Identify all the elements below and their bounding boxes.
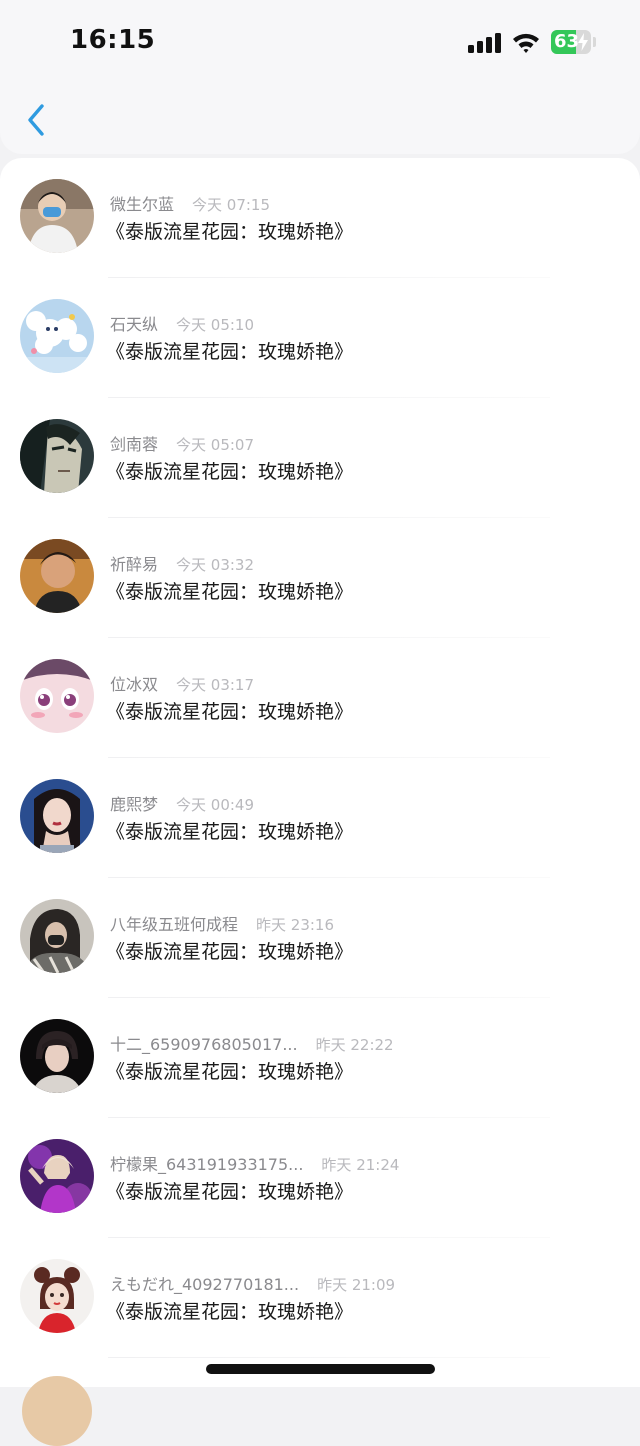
item-title[interactable]: 《泰版流星花园：玫瑰娇艳》 [106, 1177, 353, 1204]
charging-bolt-icon [578, 33, 588, 51]
nav-bar [0, 80, 640, 154]
wifi-icon [511, 30, 541, 58]
status-time: 16:15 [70, 25, 156, 55]
item-meta: 八年级五班何成程 昨天 23:16 [110, 911, 334, 935]
item-meta: 剑南蓉 今天 05:07 [110, 431, 254, 455]
avatar[interactable] [20, 899, 94, 973]
list-item[interactable]: 十二_6590976805017... 昨天 22:22 《泰版流星花园：玫瑰娇艳… [0, 998, 640, 1118]
avatar[interactable] [20, 419, 94, 493]
timestamp: 昨天 22:22 [315, 1036, 394, 1054]
username[interactable]: 八年级五班何成程 [110, 915, 238, 934]
item-meta: 十二_6590976805017... 昨天 22:22 [110, 1031, 394, 1055]
timestamp: 今天 05:10 [176, 316, 255, 334]
avatar[interactable] [20, 779, 94, 853]
list-item[interactable]: えもだれ_4092770181... 昨天 21:09 《泰版流星花园：玫瑰娇艳》 [0, 1238, 640, 1358]
timestamp: 今天 03:17 [176, 676, 255, 694]
item-title[interactable]: 《泰版流星花园：玫瑰娇艳》 [106, 577, 353, 604]
timestamp: 昨天 21:09 [317, 1276, 396, 1294]
avatar[interactable] [20, 179, 94, 253]
home-indicator[interactable] [206, 1364, 435, 1374]
username[interactable]: えもだれ_4092770181... [110, 1275, 299, 1294]
timestamp: 今天 07:15 [192, 196, 271, 214]
username[interactable]: 石天纵 [110, 315, 158, 334]
record-list: 微生尔蓝今天 07:15 《泰版流星花园：玫瑰娇艳》 石天纵今天 05:10 [0, 158, 640, 1387]
timestamp: 今天 05:07 [176, 436, 255, 454]
list-item[interactable]: 八年级五班何成程 昨天 23:16 《泰版流星花园：玫瑰娇艳》 [0, 878, 640, 998]
avatar[interactable] [20, 1019, 94, 1093]
item-meta: 祈醉易 今天 03:32 [110, 551, 254, 575]
list-item[interactable]: 位冰双 今天 03:17 《泰版流星花园：玫瑰娇艳》 [0, 638, 640, 758]
back-button[interactable] [18, 100, 54, 140]
timestamp: 昨天 23:16 [256, 916, 335, 934]
avatar[interactable] [20, 1259, 94, 1333]
list-item[interactable]: 剑南蓉 今天 05:07 《泰版流星花园：玫瑰娇艳》 [0, 398, 640, 518]
avatar[interactable] [20, 659, 94, 733]
item-title[interactable]: 《泰版流星花园：玫瑰娇艳》 [106, 817, 353, 844]
cellular-signal-icon [468, 33, 504, 53]
item-title[interactable]: 《泰版流星花园：玫瑰娇艳》 [106, 1297, 353, 1324]
username[interactable]: 柠檬果_643191933175... [110, 1155, 303, 1174]
battery-percent: 63 [554, 31, 580, 52]
username[interactable]: 祈醉易 [110, 555, 158, 574]
divider [108, 1357, 550, 1358]
item-meta: えもだれ_4092770181... 昨天 21:09 [110, 1271, 395, 1295]
item-meta: 石天纵 今天 05:10 [110, 311, 254, 335]
item-meta: 柠檬果_643191933175... 昨天 21:24 [110, 1151, 399, 1175]
username[interactable]: 位冰双 [110, 675, 158, 694]
username[interactable]: 剑南蓉 [110, 435, 158, 454]
item-title[interactable]: 《泰版流星花园：玫瑰娇艳》 [106, 697, 353, 724]
list-item[interactable]: 柠檬果_643191933175... 昨天 21:24 《泰版流星花园：玫瑰娇艳… [0, 1118, 640, 1238]
avatar[interactable] [20, 1139, 94, 1213]
username[interactable]: 微生尔蓝 [110, 195, 174, 214]
battery-cap [593, 37, 596, 47]
avatar[interactable] [20, 299, 94, 373]
username[interactable]: 十二_6590976805017... [110, 1035, 298, 1054]
item-title[interactable]: 《泰版流星花园：玫瑰娇艳》 [106, 937, 353, 964]
item-title[interactable]: 《泰版流星花园：玫瑰娇艳》 [106, 1057, 353, 1084]
status-bar: 16:15 63 [0, 0, 640, 80]
battery-indicator: 63 [551, 30, 591, 54]
list-item[interactable]: 石天纵 今天 05:10 《泰版流星花园：玫瑰娇艳》 [0, 278, 640, 398]
chevron-left-icon [28, 104, 44, 136]
timestamp: 今天 00:49 [176, 796, 255, 814]
item-meta: 鹿熙梦 今天 00:49 [110, 791, 254, 815]
item-title[interactable]: 《泰版流星花园：玫瑰娇艳》 [106, 457, 353, 484]
item-title[interactable]: 《泰版流星花园：玫瑰娇艳》 [106, 217, 353, 244]
item-title[interactable]: 《泰版流星花园：玫瑰娇艳》 [106, 337, 353, 364]
username[interactable]: 鹿熙梦 [110, 795, 158, 814]
list-item[interactable]: 鹿熙梦 今天 00:49 《泰版流星花园：玫瑰娇艳》 [0, 758, 640, 878]
timestamp: 今天 03:32 [176, 556, 255, 574]
list-item[interactable]: 祈醉易 今天 03:32 《泰版流星花园：玫瑰娇艳》 [0, 518, 640, 638]
timestamp: 昨天 21:24 [321, 1156, 400, 1174]
avatar[interactable] [20, 539, 94, 613]
item-meta: 位冰双 今天 03:17 [110, 671, 254, 695]
list-item[interactable]: 微生尔蓝 今天 07:15 《泰版流星花园：玫瑰娇艳》 [0, 158, 640, 278]
item-meta: 微生尔蓝 今天 07:15 [110, 191, 270, 215]
